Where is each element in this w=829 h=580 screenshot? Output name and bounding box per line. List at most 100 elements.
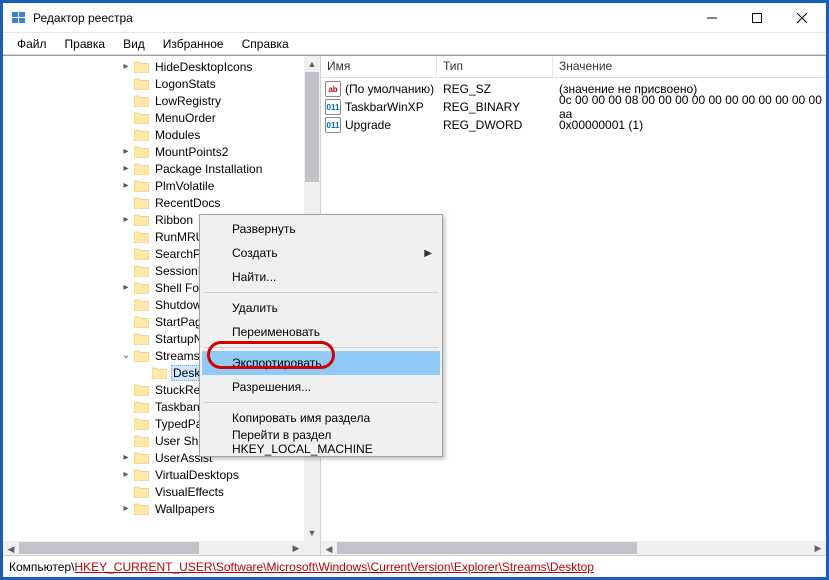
client-area: ▸HideDesktopIconsLogonStats LowRegistry Me… [3,55,826,555]
ctx-goto-hklm[interactable]: Перейти в раздел HKEY_LOCAL_MACHINE [202,430,440,454]
values-horizontal-scrollbar[interactable]: ◀ ▶ [321,541,826,555]
values-header: Имя Тип Значение [321,56,826,78]
folder-icon [134,383,150,397]
expand-icon[interactable]: ▸ [119,469,133,480]
minimize-button[interactable] [689,3,734,32]
header-name[interactable]: Имя [321,56,437,77]
folder-icon [134,196,150,210]
folder-icon [134,332,150,346]
header-value[interactable]: Значение [553,56,826,77]
tree-item-label: MenuOrder [153,111,218,125]
expand-icon[interactable]: ▸ [119,503,133,514]
scroll-left-icon[interactable]: ◀ [321,543,337,557]
folder-icon [134,264,150,278]
titlebar: Редактор реестра [3,3,826,33]
submenu-arrow-icon: ▶ [424,248,432,259]
tree-item[interactable]: MenuOrder [3,109,304,126]
folder-icon [134,94,150,108]
folder-icon [152,366,168,380]
folder-icon [134,179,150,193]
scroll-right-icon[interactable]: ▶ [288,541,304,555]
tree-item-label: LowRegistry [153,94,223,108]
tree-item[interactable]: ▸Wallpapers [3,500,304,517]
ctx-export[interactable]: Экспортировать [202,351,440,375]
tree-item[interactable]: ▸Package Installation [3,160,304,177]
value-type-icon: 011 [325,117,341,133]
ctx-expand[interactable]: Развернуть [202,217,440,241]
hscroll-thumb[interactable] [19,542,199,554]
tree-item[interactable]: ▸HideDesktopIcons [3,58,304,75]
tree-item-label: VirtualDesktops [153,468,241,482]
context-menu: Развернуть Создать▶ Найти... Удалить Пер… [199,214,443,457]
ctx-create[interactable]: Создать▶ [202,241,440,265]
tree-item[interactable]: ▸ PlmVolatile [3,177,304,194]
value-row[interactable]: 011TaskbarWinXPREG_BINARY0c 00 00 00 08 … [321,98,826,116]
ctx-find[interactable]: Найти... [202,265,440,289]
maximize-button[interactable] [734,3,779,32]
value-name: Upgrade [345,118,391,132]
tree-item[interactable]: VisualEffects [3,483,304,500]
header-type[interactable]: Тип [437,56,553,77]
folder-icon [134,417,150,431]
menu-view[interactable]: Вид [115,35,153,53]
menu-edit[interactable]: Правка [57,35,114,53]
hscroll-thumb[interactable] [337,542,637,554]
folder-icon [134,111,150,125]
folder-icon [134,60,150,74]
scroll-thumb[interactable] [305,72,319,182]
scroll-left-icon[interactable]: ◀ [3,543,19,556]
status-path: HKEY_CURRENT_USER\Software\Microsoft\Win… [74,560,594,574]
scroll-right-icon[interactable]: ▶ [810,541,826,555]
folder-icon [134,485,150,499]
window-title: Редактор реестра [33,11,689,25]
folder-icon [134,247,150,261]
values-list[interactable]: ab(По умолчанию)REG_SZ(значение не присв… [321,78,826,136]
menu-favorites[interactable]: Избранное [155,35,232,53]
folder-icon [134,434,150,448]
ctx-separator [204,347,438,348]
menu-file[interactable]: Файл [9,35,55,53]
scroll-up-icon[interactable]: ▲ [304,56,320,72]
ctx-rename[interactable]: Переименовать [202,320,440,344]
tree-item[interactable]: RecentDocs [3,194,304,211]
expand-icon[interactable]: ▸ [119,146,133,157]
expand-icon[interactable]: ▸ [119,452,133,463]
ctx-separator [204,402,438,403]
value-name: (По умолчанию) [345,82,434,96]
tree-item[interactable]: ▸ VirtualDesktops [3,466,304,483]
tree-item[interactable]: LowRegistry [3,92,304,109]
menu-help[interactable]: Справка [234,35,297,53]
tree-item-label: PlmVolatile [153,179,216,193]
expand-icon[interactable]: ⌄ [119,350,133,361]
ctx-permissions[interactable]: Разрешения... [202,375,440,399]
tree-item[interactable]: Modules [3,126,304,143]
value-type: REG_BINARY [437,100,553,114]
ctx-separator [204,292,438,293]
tree-item[interactable]: ▸MountPoints2 [3,143,304,160]
value-type-icon: 011 [325,99,341,115]
folder-icon [134,502,150,516]
tree-item-label: Streams [153,349,202,363]
folder-icon [134,281,150,295]
ctx-delete[interactable]: Удалить [202,296,440,320]
folder-icon [134,400,150,414]
tree-item[interactable]: LogonStats [3,75,304,92]
expand-icon[interactable]: ▸ [119,180,133,191]
expand-icon[interactable]: ▸ [119,61,133,72]
value-name: TaskbarWinXP [345,100,424,114]
expand-icon[interactable]: ▸ [119,214,133,225]
folder-icon [134,145,150,159]
close-button[interactable] [779,3,824,32]
tree-horizontal-scrollbar[interactable]: ◀ ▶ [3,541,304,555]
folder-icon [134,349,150,363]
value-data: 0x00000001 (1) [553,118,826,132]
expand-icon[interactable]: ▸ [119,163,133,174]
scroll-down-icon[interactable]: ▼ [304,525,320,541]
folder-icon [134,230,150,244]
scroll-corner [304,541,320,555]
tree-item-label: Modules [153,128,202,142]
ctx-copy-key-name[interactable]: Копировать имя раздела [202,406,440,430]
expand-icon[interactable]: ▸ [119,282,133,293]
value-row[interactable]: 011UpgradeREG_DWORD0x00000001 (1) [321,116,826,134]
value-data: 0c 00 00 00 08 00 00 00 00 00 00 00 00 0… [553,93,826,121]
